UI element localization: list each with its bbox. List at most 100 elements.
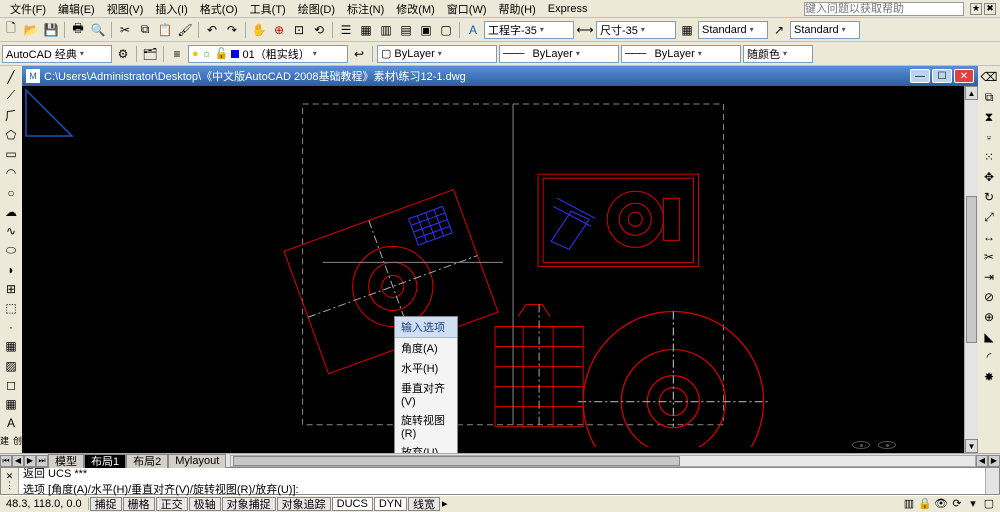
copy-icon[interactable]: ⧉ xyxy=(136,21,154,39)
ctx-item-vertical[interactable]: 垂直对齐(V) xyxy=(395,378,457,410)
doc-maximize-button[interactable]: ☐ xyxy=(932,69,952,83)
text-icon[interactable]: A xyxy=(2,415,20,432)
point-icon[interactable]: · xyxy=(2,319,20,336)
scroll-down-icon[interactable]: ▼ xyxy=(965,439,978,453)
xline-icon[interactable]: ⟋ xyxy=(2,87,20,104)
stretch-icon[interactable]: ↔ xyxy=(980,228,998,246)
join-icon[interactable]: ⊕ xyxy=(980,308,998,326)
redo-icon[interactable]: ↷ xyxy=(223,21,241,39)
ducs-button[interactable]: DUCS xyxy=(332,497,373,511)
block-icon[interactable]: ⬚ xyxy=(2,299,20,316)
scale-icon[interactable]: ⤢ xyxy=(980,208,998,226)
polar-button[interactable]: 极轴 xyxy=(189,497,221,511)
preview-icon[interactable]: 🔍 xyxy=(89,21,107,39)
scroll-thumb[interactable] xyxy=(966,196,977,343)
menu-help[interactable]: 帮助(H) xyxy=(493,1,542,17)
ellipse-icon[interactable]: ⬭ xyxy=(2,242,20,259)
paste-icon[interactable]: 📋 xyxy=(156,21,174,39)
menu-edit[interactable]: 编辑(E) xyxy=(52,1,101,17)
rotate-icon[interactable]: ↻ xyxy=(980,188,998,206)
mleader-icon[interactable]: ↗ xyxy=(770,21,788,39)
break-icon[interactable]: ⊘ xyxy=(980,288,998,306)
menu-insert[interactable]: 插入(I) xyxy=(149,1,193,17)
move-icon[interactable]: ✥ xyxy=(980,168,998,186)
new-icon[interactable]: 🗋 xyxy=(2,21,20,39)
color-dropdown[interactable]: ▢ByLayer▾ xyxy=(377,45,497,63)
copyobj-icon[interactable]: ⧉ xyxy=(980,88,998,106)
ctx-item-angle[interactable]: 角度(A) xyxy=(395,338,457,358)
mleader-dropdown[interactable]: Standard▾ xyxy=(790,21,860,39)
lineweight-dropdown[interactable]: ─── ByLayer▾ xyxy=(621,45,741,63)
menu-view[interactable]: 视图(V) xyxy=(101,1,150,17)
zoom-win-icon[interactable]: ⊡ xyxy=(290,21,308,39)
dc-icon[interactable]: ▦ xyxy=(357,21,375,39)
lwt-button[interactable]: 线宽 xyxy=(408,497,440,511)
polygon-icon[interactable]: ⬠ xyxy=(2,126,20,143)
menu-format[interactable]: 格式(O) xyxy=(194,1,244,17)
doc-minimize-button[interactable]: — xyxy=(910,69,930,83)
hscroll-right-icon[interactable]: ▶ xyxy=(988,455,1000,467)
insert-icon[interactable]: ⊞ xyxy=(2,280,20,297)
status-arrow-icon[interactable]: ▸ xyxy=(442,497,448,510)
chamfer-icon[interactable]: ◣ xyxy=(980,328,998,346)
extend-icon[interactable]: ⇥ xyxy=(980,268,998,286)
tabs-first-button[interactable]: ⏮ xyxy=(0,455,12,467)
rect-icon[interactable]: ▭ xyxy=(2,146,20,163)
linetype-dropdown[interactable]: ─── ByLayer▾ xyxy=(499,45,619,63)
scroll-up-icon[interactable]: ▲ xyxy=(965,86,978,100)
star-icon[interactable]: ★ xyxy=(970,3,982,15)
canvas-vscrollbar[interactable]: ▲ ▼ xyxy=(964,86,978,453)
layer-states-icon[interactable]: ≡ xyxy=(168,45,186,63)
ws-settings-icon[interactable]: ⚙ xyxy=(114,45,132,63)
coordinate-display[interactable]: 48.3, 118.0, 0.0 xyxy=(0,498,89,510)
pline-icon[interactable]: ⺁ xyxy=(2,106,20,124)
match-icon[interactable]: 🖌 xyxy=(176,21,194,39)
region-icon[interactable]: ◻ xyxy=(2,376,20,393)
zoom-rt-icon[interactable]: ⊕ xyxy=(270,21,288,39)
offset-icon[interactable]: ⸚ xyxy=(980,128,998,146)
mirror-icon[interactable]: ⧗ xyxy=(980,108,998,126)
otrack-button[interactable]: 对象追踪 xyxy=(277,497,331,511)
open-icon[interactable]: 📂 xyxy=(22,21,40,39)
help-search-input[interactable] xyxy=(804,2,964,16)
grid-button[interactable]: 栅格 xyxy=(123,497,155,511)
dyn-button[interactable]: DYN xyxy=(374,497,407,511)
annovis-icon[interactable]: 👁 xyxy=(934,497,948,511)
array-icon[interactable]: ⁙ xyxy=(980,148,998,166)
ellipsearc-icon[interactable]: ◗ xyxy=(2,261,20,278)
command-line[interactable]: ✕⋮ 返回 UCS *** 选项 [角度(A)/水平(H)/垂直对齐(V)/旋转… xyxy=(0,467,1000,495)
revcloud-icon[interactable]: ☁ xyxy=(2,203,20,220)
erase-icon[interactable]: ⌫ xyxy=(980,68,998,86)
plotstyle-dropdown[interactable]: 随颜色▾ xyxy=(743,45,813,63)
trim-icon[interactable]: ✂ xyxy=(980,248,998,266)
line-icon[interactable]: ╱ xyxy=(2,68,20,85)
menu-modify[interactable]: 修改(M) xyxy=(390,1,441,17)
ctx-item-horizontal[interactable]: 水平(H) xyxy=(395,358,457,378)
props-icon[interactable]: ☰ xyxy=(337,21,355,39)
cmd-gutter[interactable]: ✕⋮ xyxy=(1,468,19,494)
snap-button[interactable]: 捕捉 xyxy=(90,497,122,511)
workspace-dropdown[interactable]: AutoCAD 经典▾ xyxy=(2,45,112,63)
layer-prop-icon[interactable]: 🗂 xyxy=(141,45,159,63)
tray-arrow-icon[interactable]: ▾ xyxy=(966,497,980,511)
layer-prev-icon[interactable]: ↩ xyxy=(350,45,368,63)
undo-icon[interactable]: ↶ xyxy=(203,21,221,39)
tablestyle-icon[interactable]: ▦ xyxy=(678,21,696,39)
markup-icon[interactable]: ▣ xyxy=(417,21,435,39)
menu-window[interactable]: 窗口(W) xyxy=(441,1,493,17)
xstar-icon[interactable]: ✖ xyxy=(984,3,996,15)
cmd-scrollbar[interactable] xyxy=(985,468,999,494)
canvas-hscrollbar[interactable] xyxy=(230,455,976,467)
ssm-icon[interactable]: ▤ xyxy=(397,21,415,39)
textstyle-dropdown[interactable]: 工程字-35▾ xyxy=(484,21,574,39)
menu-dim[interactable]: 标注(N) xyxy=(341,1,390,17)
menu-draw[interactable]: 绘图(D) xyxy=(292,1,341,17)
annoauto-icon[interactable]: ⟳ xyxy=(950,497,964,511)
menu-file[interactable]: 文件(F) xyxy=(4,1,52,17)
gradient-icon[interactable]: ▨ xyxy=(2,357,20,374)
dimstyle-icon[interactable]: ⟷ xyxy=(576,21,594,39)
cut-icon[interactable]: ✂ xyxy=(116,21,134,39)
spline-icon[interactable]: ∿ xyxy=(2,223,20,240)
ctx-item-rotate[interactable]: 旋转视图(R) xyxy=(395,410,457,442)
menu-express[interactable]: Express xyxy=(542,3,594,15)
